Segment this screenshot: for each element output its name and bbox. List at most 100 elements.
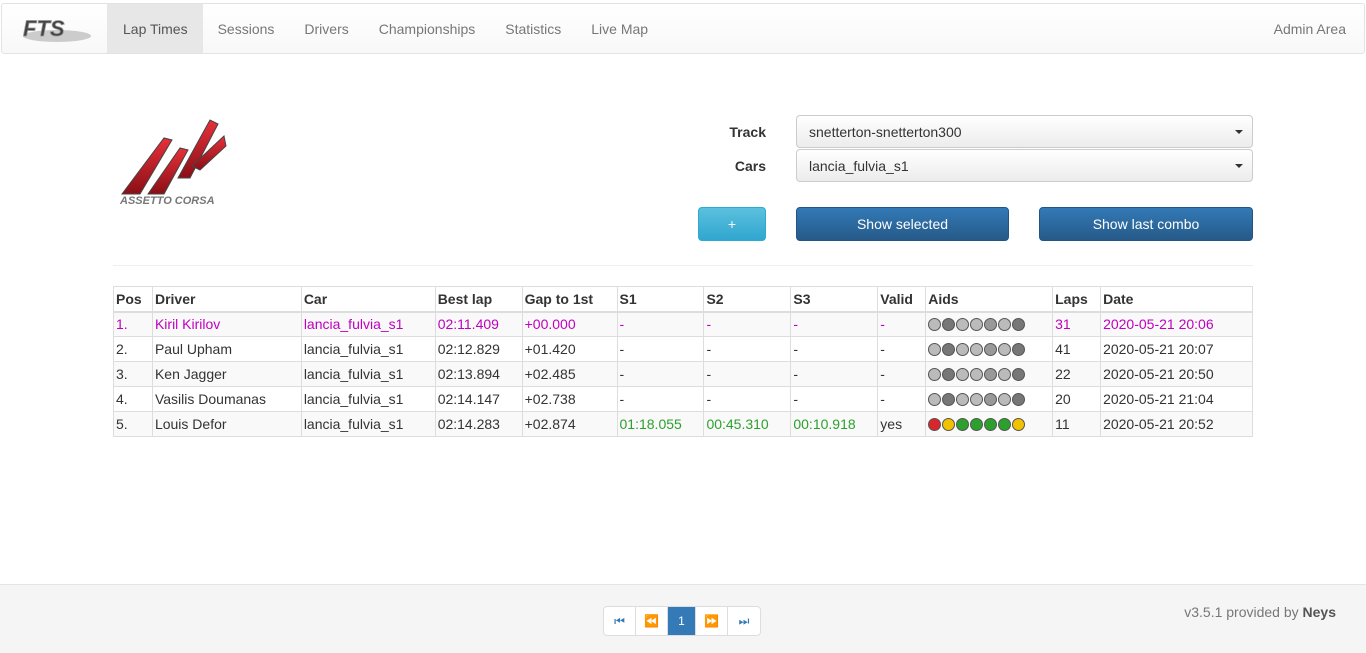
cell-s2: - [703, 336, 792, 362]
cell-pos: 1. [113, 311, 153, 337]
cell-driver: Paul Upham [151, 336, 302, 362]
cell-pos: 4. [113, 386, 153, 412]
header-s3[interactable]: S3 [790, 286, 879, 313]
cell-aids [925, 336, 1054, 362]
cell-car: lancia_fulvia_s1 [300, 311, 436, 337]
header-date[interactable]: Date [1100, 286, 1253, 313]
header-gap[interactable]: Gap to 1st [521, 286, 618, 313]
table-row: 1. Kiril Kirilov lancia_fulvia_s1 02:11.409… [113, 311, 1253, 337]
cell-gap: +02.738 [521, 386, 618, 412]
cell-s1: - [616, 311, 705, 337]
fts-logo-icon: FTS [22, 15, 91, 42]
ideal-line-icon [998, 392, 1012, 406]
show-selected-button[interactable]: Show selected [796, 207, 1009, 241]
cell-date: 2020-05-21 20:07 [1100, 336, 1253, 362]
autoshift-icon [984, 342, 998, 356]
cell-aids [925, 386, 1054, 412]
divider [113, 265, 1253, 266]
author-name: Neys [1302, 604, 1336, 620]
ideal-line-icon [998, 317, 1012, 331]
nav-admin-area[interactable]: Admin Area [1259, 4, 1364, 53]
first-page-icon[interactable]: ⏮ [604, 607, 636, 635]
cell-car: lancia_fulvia_s1 [300, 361, 436, 387]
table-row: 2. Paul Upham lancia_fulvia_s1 02:12.829 +01… [113, 336, 1253, 362]
cell-gap: +02.874 [521, 411, 618, 437]
add-button[interactable]: + [698, 207, 766, 241]
header-driver[interactable]: Driver [151, 286, 302, 313]
autoclutch-icon [970, 342, 984, 356]
header-s2[interactable]: S2 [703, 286, 792, 313]
cell-s3: - [790, 336, 879, 362]
header-pos[interactable]: Pos [113, 286, 153, 313]
brand-logo[interactable]: FTS [2, 4, 108, 53]
stability-icon [956, 342, 970, 356]
cell-valid: - [877, 311, 927, 337]
page-1-button[interactable]: 1 [668, 607, 696, 635]
fuel-icon [1012, 392, 1026, 406]
nav-championships[interactable]: Championships [364, 4, 491, 53]
table-row: 5. Louis Defor lancia_fulvia_s1 02:14.283 +0… [113, 411, 1253, 437]
abs-icon [928, 342, 942, 356]
cell-gap: +02.485 [521, 361, 618, 387]
autoclutch-icon [970, 392, 984, 406]
cell-date: 2020-05-21 20:52 [1100, 411, 1253, 437]
stability-icon [956, 367, 970, 381]
cell-s1: - [616, 386, 705, 412]
abs-icon [928, 392, 942, 406]
cell-driver: Louis Defor [151, 411, 302, 437]
next-page-icon[interactable]: ⏩ [696, 607, 728, 635]
header-car[interactable]: Car [300, 286, 436, 313]
cars-select[interactable]: lancia_fulvia_s1 [796, 149, 1253, 182]
nav-live-map[interactable]: Live Map [576, 4, 663, 53]
show-last-combo-button[interactable]: Show last combo [1039, 207, 1253, 241]
nav-drivers[interactable]: Drivers [289, 4, 363, 53]
tc-icon [942, 392, 956, 406]
ideal-line-icon [998, 417, 1012, 431]
navbar: FTS Lap Times Sessions Drivers Champions… [1, 3, 1365, 54]
cell-valid: - [877, 361, 927, 387]
cell-aids [925, 311, 1054, 337]
cell-laps: 11 [1052, 411, 1102, 437]
table-row: 4. Vasilis Doumanas lancia_fulvia_s1 02:14.… [113, 386, 1253, 412]
header-s1[interactable]: S1 [616, 286, 705, 313]
cell-s2: - [703, 311, 792, 337]
header-laps[interactable]: Laps [1052, 286, 1102, 313]
ideal-line-icon [998, 367, 1012, 381]
cell-car: lancia_fulvia_s1 [300, 386, 436, 412]
cell-gap: +00.000 [521, 311, 618, 337]
tc-icon [942, 342, 956, 356]
cell-date: 2020-05-21 20:50 [1100, 361, 1253, 387]
cell-s2: 00:45.310 [703, 411, 792, 437]
last-page-icon[interactable]: ⏭ [728, 607, 760, 635]
header-valid[interactable]: Valid [877, 286, 927, 313]
table-row: 3. Ken Jagger lancia_fulvia_s1 02:13.894 +02… [113, 361, 1253, 387]
nav-sessions[interactable]: Sessions [203, 4, 290, 53]
tc-icon [942, 317, 956, 331]
cell-s3: - [790, 386, 879, 412]
cell-valid: - [877, 336, 927, 362]
cell-s3: - [790, 311, 879, 337]
cell-best-lap: 02:13.894 [434, 361, 523, 387]
header-aids[interactable]: Aids [925, 286, 1054, 313]
cell-pos: 2. [113, 336, 153, 362]
track-select-value: snetterton-snetterton300 [809, 123, 962, 140]
autoshift-icon [984, 392, 998, 406]
prev-page-icon[interactable]: ⏪ [636, 607, 668, 635]
cell-laps: 31 [1052, 311, 1102, 337]
stability-icon [956, 317, 970, 331]
footer: ⏮ ⏪ 1 ⏩ ⏭ v3.5.1 provided by Neys [0, 584, 1366, 653]
version-text: v3.5.1 provided by Neys [1184, 604, 1336, 620]
nav-lap-times[interactable]: Lap Times [108, 4, 203, 53]
header-best-lap[interactable]: Best lap [434, 286, 523, 313]
cell-laps: 20 [1052, 386, 1102, 412]
cell-driver: Kiril Kirilov [151, 311, 302, 337]
cell-valid: - [877, 386, 927, 412]
track-label: Track [729, 124, 766, 140]
cell-s1: - [616, 361, 705, 387]
autoclutch-icon [970, 417, 984, 431]
aids-icons [928, 417, 1050, 431]
nav-statistics[interactable]: Statistics [490, 4, 576, 53]
stability-icon [956, 392, 970, 406]
track-select[interactable]: snetterton-snetterton300 [796, 115, 1253, 148]
table-header-row: Pos Driver Car Best lap Gap to 1st S1 S2… [113, 286, 1253, 313]
